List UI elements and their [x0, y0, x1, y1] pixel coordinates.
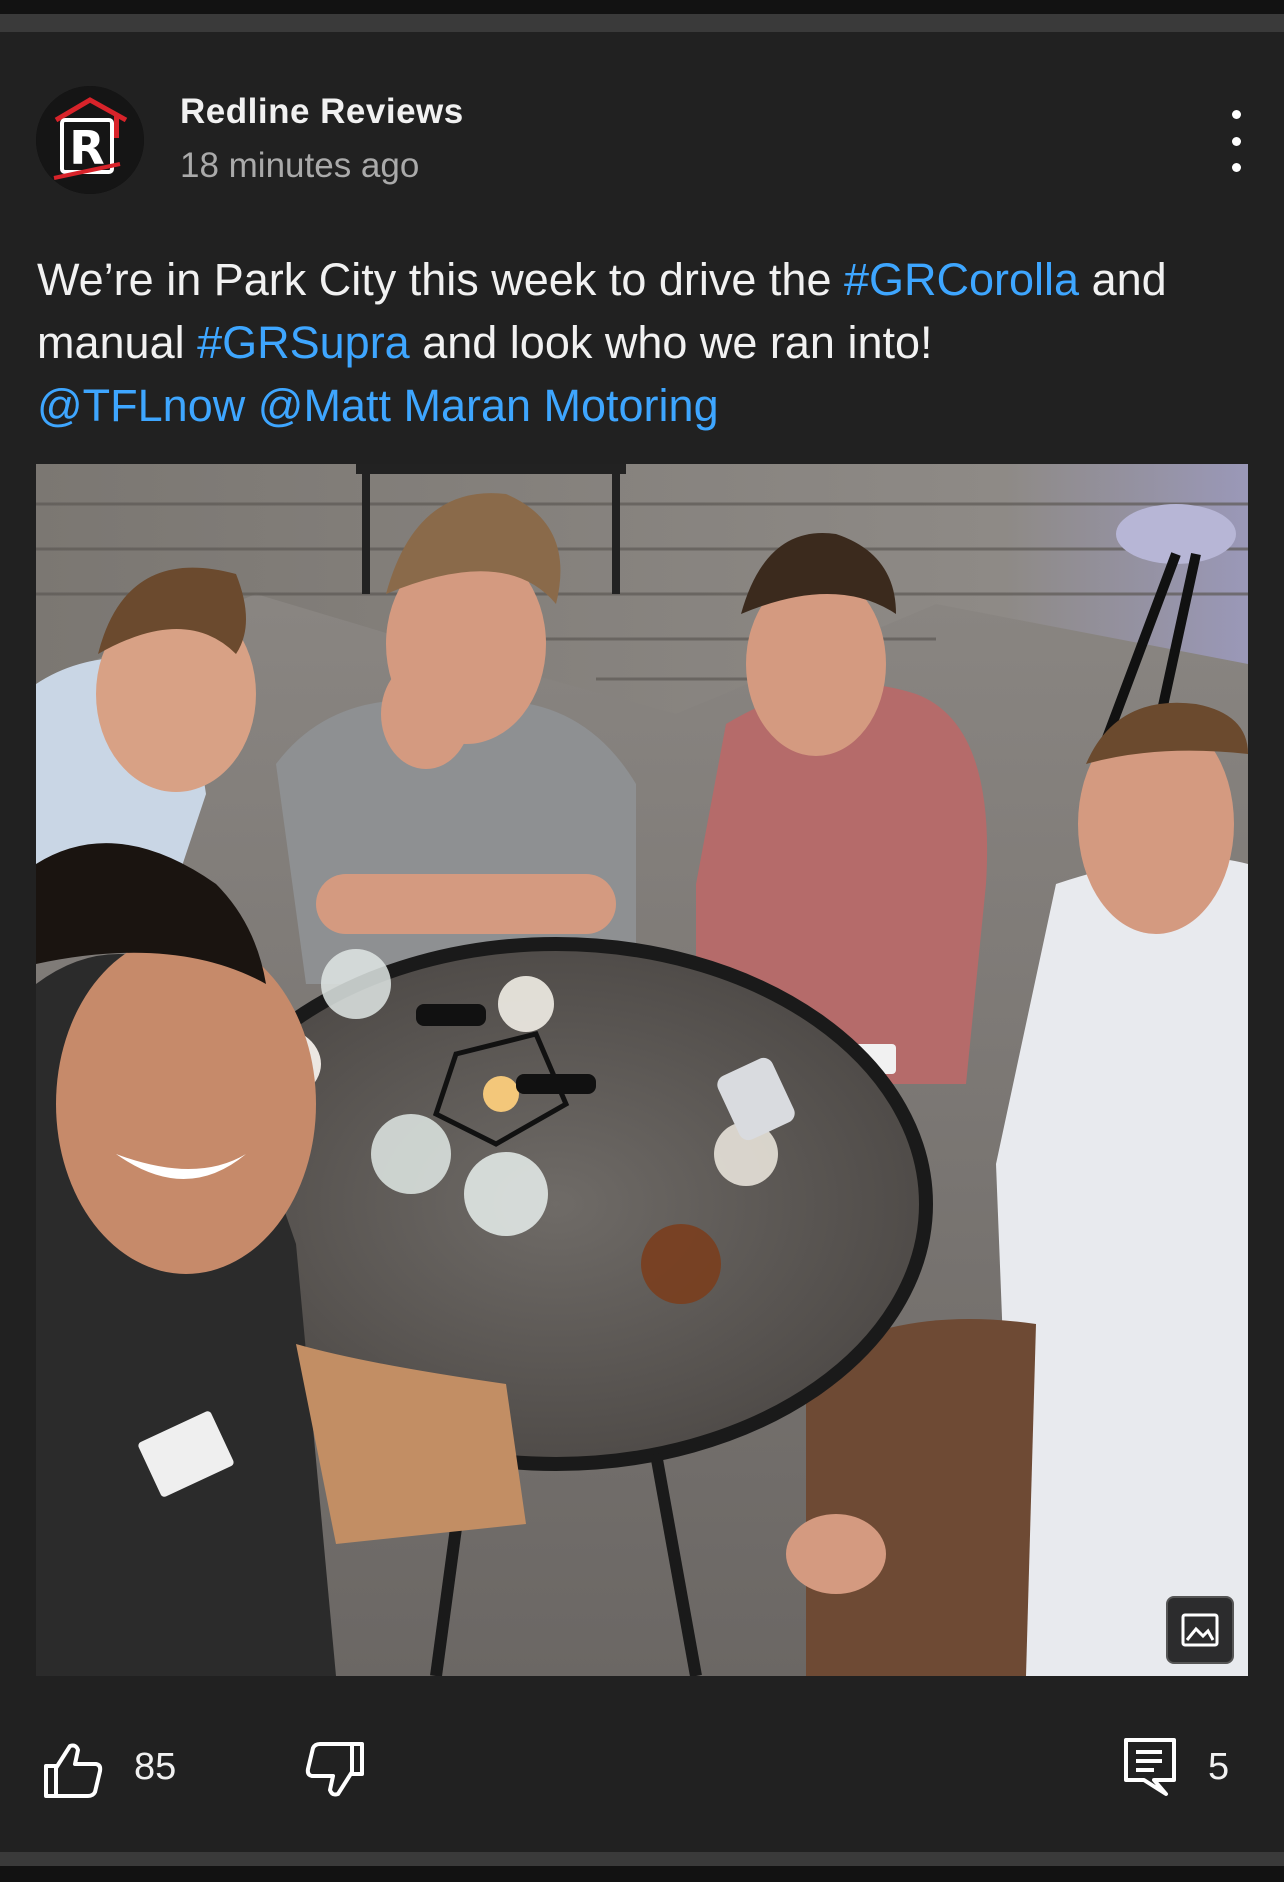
post-divider-bottom [0, 1852, 1284, 1866]
post-text-part: We’re in Park City this week to drive th… [37, 254, 844, 305]
like-button[interactable] [40, 1740, 104, 1800]
post-text-part [245, 380, 258, 431]
image-icon [1181, 1613, 1219, 1647]
mention-link[interactable]: @Matt Maran Motoring [258, 380, 719, 431]
thumbs-up-icon [44, 1743, 103, 1798]
post-divider-top [0, 14, 1284, 32]
mention-link[interactable]: @TFLnow [37, 380, 245, 431]
like-count: 85 [134, 1746, 177, 1788]
image-icon-button[interactable] [1166, 1596, 1234, 1664]
hashtag-link[interactable]: #GRSupra [197, 317, 410, 368]
status-strip [0, 0, 1284, 14]
post-photo[interactable] [36, 464, 1248, 1676]
more-vertical-icon-dot [1231, 163, 1241, 172]
post-body: We’re in Park City this week to drive th… [37, 248, 1237, 437]
bottom-strip [0, 1866, 1284, 1882]
dislike-button[interactable] [304, 1740, 368, 1800]
more-options-button[interactable] [1210, 110, 1262, 172]
channel-name[interactable]: Redline Reviews [180, 92, 464, 132]
thumbs-down-icon [305, 1742, 364, 1797]
comment-count: 5 [1208, 1746, 1230, 1788]
post-text-part: and look who we ran into! [409, 317, 933, 368]
more-vertical-icon-dot [1231, 136, 1241, 146]
hashtag-link[interactable]: #GRCorolla [844, 254, 1079, 305]
post-timestamp: 18 minutes ago [180, 146, 420, 185]
redline-logo-icon: R [36, 86, 144, 194]
channel-avatar[interactable]: R [36, 86, 144, 194]
comment-icon [1124, 1738, 1176, 1796]
more-vertical-icon-dot [1231, 110, 1241, 119]
comments-button[interactable] [1122, 1736, 1178, 1798]
group-photo-illustration [36, 464, 1248, 1676]
